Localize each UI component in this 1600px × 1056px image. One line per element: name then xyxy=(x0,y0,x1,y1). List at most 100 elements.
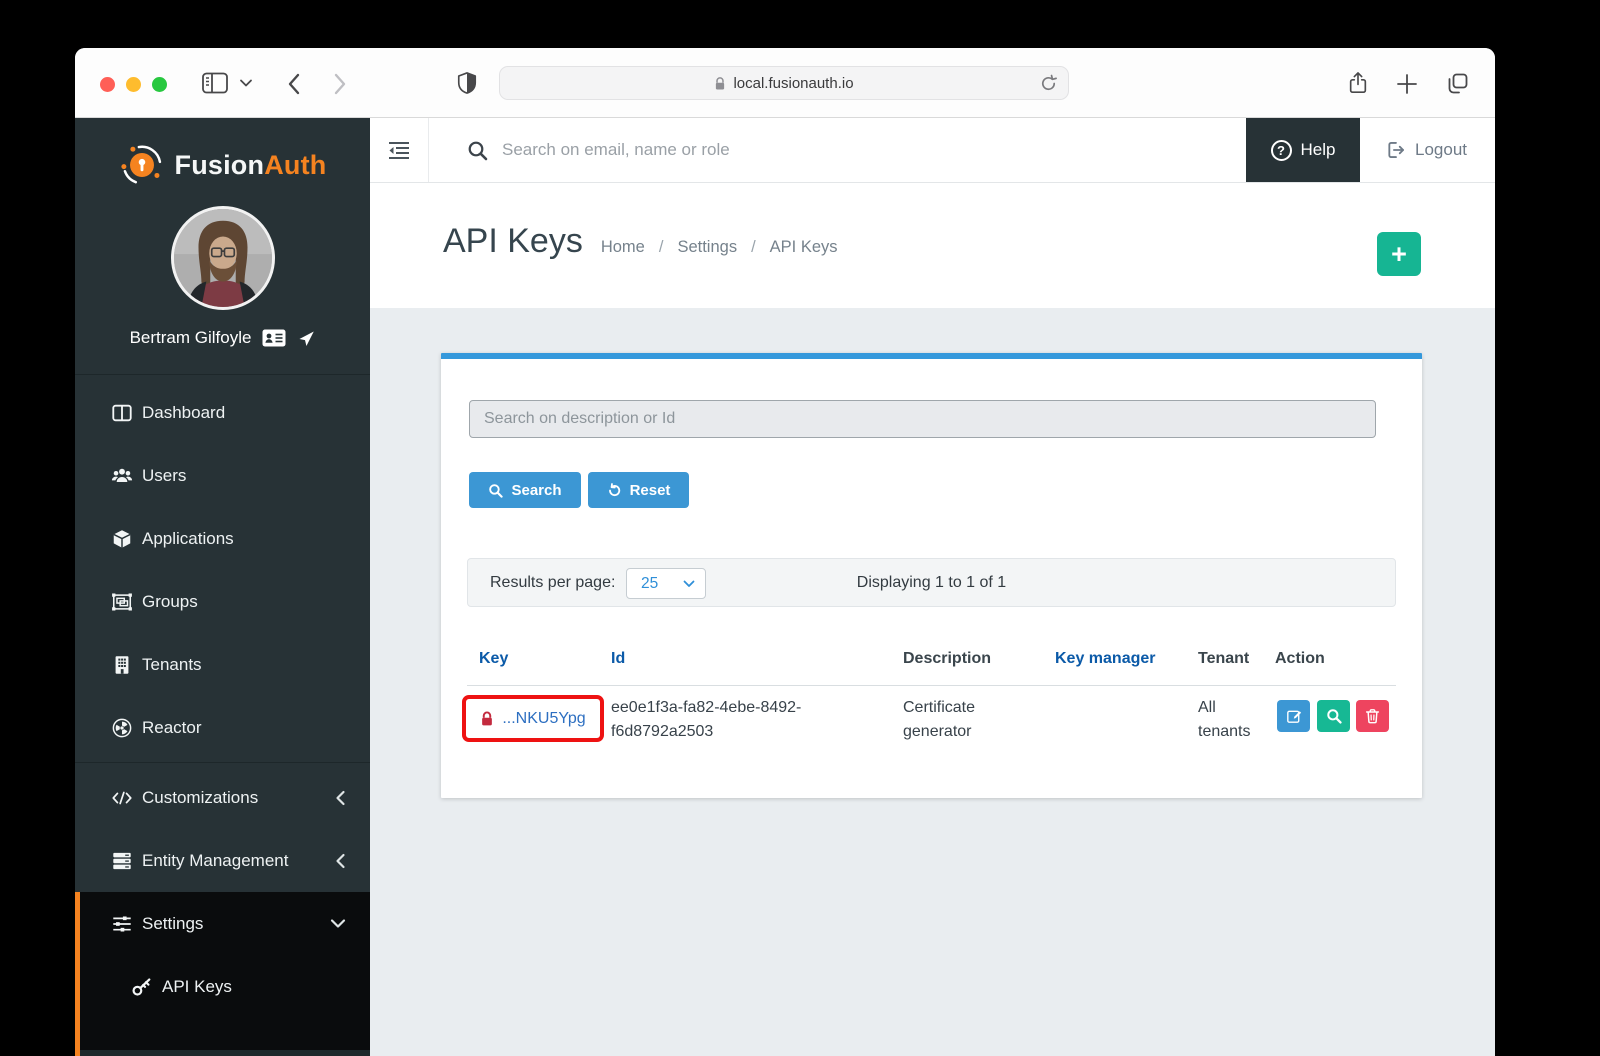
sidebar-nav: Dashboard Users xyxy=(75,375,370,1056)
tenant-cell: All tenants xyxy=(1198,696,1250,744)
api-key-link[interactable]: ...NKU5Ypg xyxy=(502,710,585,728)
address-bar[interactable]: local.fusionauth.io xyxy=(499,66,1069,100)
sliders-icon xyxy=(111,913,133,935)
close-window-button[interactable] xyxy=(100,77,115,92)
id-cell: ee0e1f3a-fa82-4ebe-8492- f6d8792a2503 xyxy=(611,696,801,744)
secure-lock-icon xyxy=(714,76,726,91)
sidebar-item-applications[interactable]: Applications xyxy=(75,507,370,570)
avatar xyxy=(171,206,275,310)
cube-icon xyxy=(111,528,133,550)
fusionauth-logo-icon xyxy=(119,142,165,188)
view-api-key-button[interactable] xyxy=(1317,700,1350,732)
table-header-description: Description xyxy=(903,650,991,668)
location-arrow-icon[interactable] xyxy=(297,329,315,347)
breadcrumb-separator: / xyxy=(659,238,664,257)
displaying-text: Displaying 1 to 1 of 1 xyxy=(468,574,1395,592)
url-text: local.fusionauth.io xyxy=(733,75,853,92)
reload-icon[interactable] xyxy=(1039,74,1058,93)
code-icon xyxy=(111,787,133,809)
server-icon xyxy=(111,850,133,872)
privacy-shield-icon[interactable] xyxy=(456,70,478,96)
breadcrumb-home[interactable]: Home xyxy=(601,238,645,257)
chevron-left-icon xyxy=(335,790,346,806)
page-header: API Keys Home / Settings / API Keys + xyxy=(370,183,1495,308)
fusionauth-app: FusionAuth xyxy=(75,118,1495,1056)
help-label: Help xyxy=(1301,140,1336,160)
key-cell-highlight-annotation: ...NKU5Ypg xyxy=(462,695,604,742)
sidebar-item-label: API Keys xyxy=(162,977,232,997)
sidebar-item-reactor[interactable]: Reactor xyxy=(75,696,370,759)
logout-button[interactable]: Logout xyxy=(1360,118,1495,182)
sidebar-item-dashboard[interactable]: Dashboard xyxy=(75,381,370,444)
zoom-window-button[interactable] xyxy=(152,77,167,92)
back-button-icon[interactable] xyxy=(287,73,301,95)
sidebar-item-label: Settings xyxy=(142,914,203,934)
building-icon xyxy=(111,654,133,676)
sidebar-collapse-button[interactable] xyxy=(370,118,429,182)
sidebar-item-label: Groups xyxy=(142,592,198,612)
sidebar-item-groups[interactable]: Groups xyxy=(75,570,370,633)
sidebar-item-users[interactable]: Users xyxy=(75,444,370,507)
fusionauth-logo: FusionAuth xyxy=(75,118,370,188)
delete-api-key-button[interactable] xyxy=(1356,700,1389,732)
search-button[interactable]: Search xyxy=(469,472,581,508)
trash-icon xyxy=(1365,708,1380,724)
app-topbar: ? Help Logout xyxy=(370,118,1495,183)
minimize-window-button[interactable] xyxy=(126,77,141,92)
question-circle-icon: ? xyxy=(1271,140,1292,161)
sidebar: FusionAuth xyxy=(75,118,370,1056)
edit-api-key-button[interactable] xyxy=(1277,700,1310,732)
table-header-key[interactable]: Key xyxy=(479,650,508,668)
user-profile: Bertram Gilfoyle xyxy=(75,188,370,375)
table-header-action: Action xyxy=(1275,650,1325,668)
browser-window: local.fusionauth.io xyxy=(75,48,1495,1056)
edit-icon xyxy=(1286,708,1302,724)
breadcrumb-separator: / xyxy=(751,238,756,257)
reset-undo-icon xyxy=(607,483,622,498)
forward-button-icon[interactable] xyxy=(333,73,347,95)
sidebar-dropdown-chevron-icon[interactable] xyxy=(239,78,253,88)
logout-icon xyxy=(1386,140,1406,160)
sidebar-item-label: Tenants xyxy=(142,655,202,675)
breadcrumb-current: API Keys xyxy=(770,238,838,257)
breadcrumb-settings[interactable]: Settings xyxy=(677,238,737,257)
id-card-icon[interactable] xyxy=(262,329,286,347)
help-button[interactable]: ? Help xyxy=(1246,118,1360,182)
sidebar-item-entity-management[interactable]: Entity Management xyxy=(75,829,370,892)
logout-label: Logout xyxy=(1415,140,1467,160)
lock-icon xyxy=(480,710,494,727)
page-title: API Keys xyxy=(443,221,583,261)
sidebar-item-label: Reactor xyxy=(142,718,202,738)
table-header-tenant: Tenant xyxy=(1198,650,1249,668)
content-area: Search Reset Results per page: xyxy=(370,308,1495,1056)
sidebar-item-label: Users xyxy=(142,466,186,486)
reset-button[interactable]: Reset xyxy=(588,472,689,508)
new-tab-icon[interactable] xyxy=(1396,73,1418,95)
breadcrumb: Home / Settings / API Keys xyxy=(601,238,838,257)
sidebar-item-api-keys[interactable]: API Keys xyxy=(80,955,370,1018)
radiation-icon xyxy=(111,717,133,739)
sidebar-item-label: Customizations xyxy=(142,788,258,808)
table-header-key-manager[interactable]: Key manager xyxy=(1055,650,1156,668)
dashboard-columns-icon xyxy=(111,402,133,424)
tab-overview-icon[interactable] xyxy=(1445,72,1469,95)
description-cell: Certificate generator xyxy=(903,696,975,744)
add-api-key-button[interactable]: + xyxy=(1377,232,1421,276)
sidebar-item-tenants[interactable]: Tenants xyxy=(75,633,370,696)
share-icon[interactable] xyxy=(1347,70,1369,96)
panel-search-input[interactable] xyxy=(469,400,1376,438)
search-icon xyxy=(1326,708,1342,724)
sidebar-item-settings[interactable]: Settings xyxy=(80,892,370,955)
sidebar-item-label: Entity Management xyxy=(142,851,288,871)
search-icon xyxy=(467,140,488,161)
chevron-down-icon xyxy=(330,918,346,929)
key-icon xyxy=(131,976,153,998)
sidebar-item-label: Dashboard xyxy=(142,403,225,423)
table-header-id[interactable]: Id xyxy=(611,650,625,668)
sidebar-toggle-icon[interactable] xyxy=(201,71,229,95)
global-search-input[interactable] xyxy=(502,140,1246,160)
sidebar-divider xyxy=(75,762,370,763)
global-search xyxy=(429,118,1246,182)
sidebar-item-customizations[interactable]: Customizations xyxy=(75,766,370,829)
sidebar-item-label: Applications xyxy=(142,529,234,549)
